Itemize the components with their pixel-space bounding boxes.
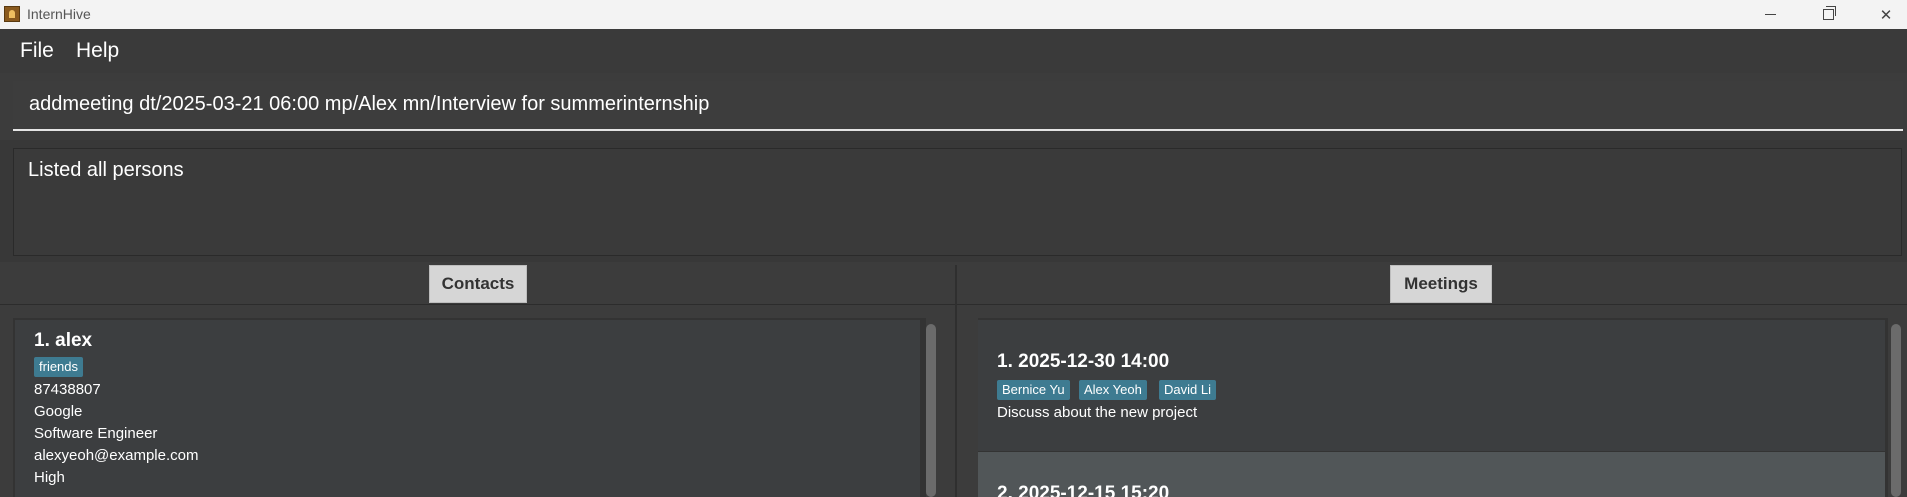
contact-card[interactable]: 1. alex friends 87438807 Google Software…	[15, 320, 920, 497]
title-bar: InternHive ✕	[0, 0, 1907, 29]
contact-tag: friends	[34, 357, 84, 377]
meeting-participant-tag: Alex Yeoh	[1079, 380, 1147, 400]
meetings-scrollbar[interactable]	[1891, 324, 1901, 497]
contact-role: Software Engineer	[34, 425, 158, 442]
menu-help[interactable]: Help	[76, 39, 119, 63]
meeting-participant-tag: Bernice Yu	[997, 380, 1070, 400]
result-text: Listed all persons	[28, 159, 184, 181]
menu-file[interactable]: File	[20, 39, 54, 63]
contact-email: alexyeoh@example.com	[34, 447, 199, 464]
minimize-button[interactable]	[1747, 0, 1793, 29]
result-display[interactable]: Listed all persons	[13, 148, 1902, 256]
meeting-datetime: 1. 2025-12-30 14:00	[997, 351, 1170, 372]
contacts-header-button[interactable]: Contacts	[429, 265, 527, 303]
command-input[interactable]: addmeeting dt/2025-03-21 06:00 mp/Alex m…	[13, 81, 1903, 131]
app-icon	[4, 6, 20, 22]
minimize-icon	[1764, 14, 1776, 15]
contacts-header-divider	[0, 304, 955, 305]
contacts-scrollbar[interactable]	[926, 324, 936, 497]
command-input-value: addmeeting dt/2025-03-21 06:00 mp/Alex m…	[29, 93, 710, 115]
close-icon: ✕	[1879, 5, 1893, 24]
meeting-card[interactable]: 1. 2025-12-30 14:00 Bernice Yu Alex Yeoh…	[978, 320, 1885, 451]
meeting-description: Discuss about the new project	[997, 404, 1198, 421]
meeting-datetime: 2. 2025-12-15 15:20	[997, 483, 1170, 497]
contact-phone: 87438807	[34, 381, 101, 398]
window-title: InternHive	[27, 6, 91, 22]
contact-company: Google	[34, 403, 83, 420]
contact-name: 1. alex	[34, 330, 93, 351]
pane-divider[interactable]	[955, 265, 957, 497]
meeting-participant-tag: David Li	[1159, 380, 1216, 400]
meetings-header-button[interactable]: Meetings	[1390, 265, 1492, 303]
restore-button[interactable]	[1805, 0, 1851, 29]
menu-bar: File Help	[0, 29, 1907, 73]
restore-icon	[1822, 6, 1836, 20]
meeting-card[interactable]: 2. 2025-12-15 15:20	[978, 452, 1885, 497]
meetings-header-divider	[957, 304, 1907, 305]
close-button[interactable]: ✕	[1863, 0, 1907, 29]
contact-priority: High	[34, 469, 65, 486]
